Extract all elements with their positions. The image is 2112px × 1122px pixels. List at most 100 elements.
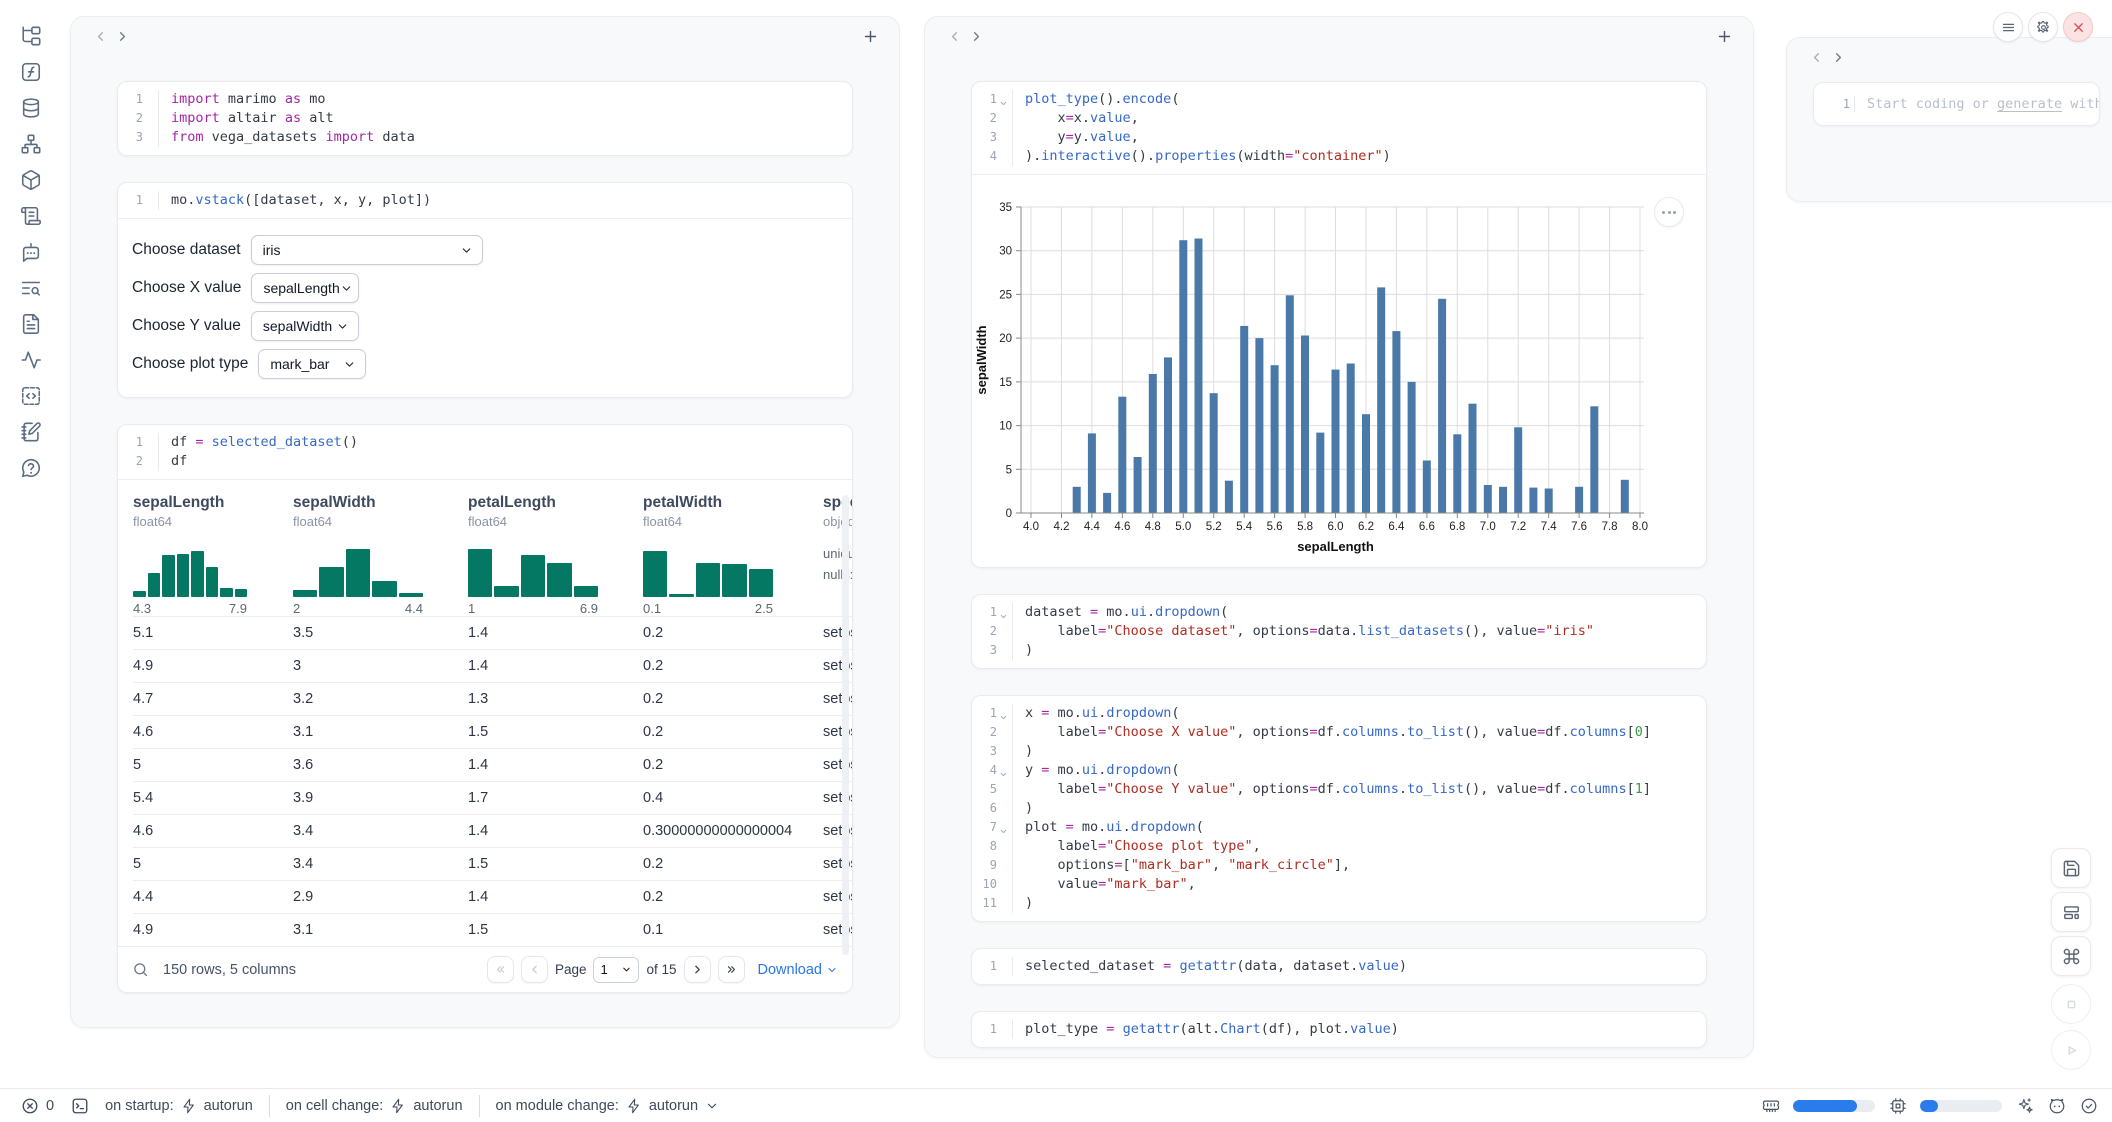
fold-chevron-icon[interactable] [999,823,1008,832]
logs-scroll-icon[interactable] [20,204,43,227]
code-line[interactable]: 3) [972,641,1706,660]
code-line[interactable]: 8 label="Choose plot type", [972,837,1706,856]
run-button[interactable] [2051,1030,2091,1070]
add-cell-icon[interactable] [859,25,881,47]
error-count-badge[interactable]: 0 [20,1096,54,1115]
code-line[interactable]: 3 y=y.value, [972,128,1706,147]
function-icon[interactable] [20,60,43,83]
code-line[interactable]: 1df = selected_dataset() [118,433,852,452]
panel-next-icon[interactable] [965,25,987,47]
panel-prev-icon[interactable] [943,25,965,47]
help-bubble-icon[interactable] [20,456,43,479]
package-icon[interactable] [20,168,43,191]
table-column-header[interactable]: petalLengthfloat6416.9 [468,493,643,616]
choose-y-value-select[interactable]: sepalWidth [251,311,359,341]
choose-plot-type-select[interactable]: mark_bar [258,349,366,379]
dataset-dropdown-cell[interactable]: 1dataset = mo.ui.dropdown(2 label="Choos… [971,594,1707,669]
panel-next-icon[interactable] [111,25,133,47]
code-line[interactable]: 1selected_dataset = getattr(data, datase… [972,957,1706,976]
command-palette-button[interactable] [2051,936,2091,976]
plot-cell[interactable]: 1plot_type().encode(2 x=x.value,3 y=y.va… [971,81,1707,568]
code-line[interactable]: 1x = mo.ui.dropdown( [972,704,1706,723]
close-icon[interactable] [2063,12,2093,42]
page-number-select[interactable]: 1 [593,957,639,983]
save-button[interactable] [2051,848,2091,888]
chat-bot-icon[interactable] [20,240,43,263]
stop-button[interactable] [2051,984,2091,1024]
panel-next-icon[interactable] [1827,46,1849,68]
empty-code-cell[interactable]: 1 Start coding or generate with AI [1813,82,2100,126]
check-circle-icon[interactable] [2079,1096,2098,1115]
table-column-header[interactable]: petalWidthfloat640.12.5 [643,493,823,616]
table-row[interactable]: 53.61.40.2setosa [133,748,852,781]
terminal-icon[interactable] [70,1096,89,1115]
add-cell-icon[interactable] [1713,25,1735,47]
vstack-cell[interactable]: 1mo.vstack([dataset, x, y, plot])Choose … [117,182,853,398]
code-line[interactable]: 3) [972,742,1706,761]
table-row[interactable]: 4.73.21.30.2setosa [133,682,852,715]
table-column-header[interactable]: sepalLengthfloat644.37.9 [133,493,293,616]
fold-chevron-icon[interactable] [999,95,1008,104]
code-line[interactable]: 1import marimo as mo [118,90,852,109]
dependency-graph-icon[interactable] [20,132,43,155]
table-row[interactable]: 4.93.11.50.1setosa [133,913,852,946]
code-line[interactable]: 9 options=["mark_bar", "mark_circle"], [972,856,1706,875]
code-line[interactable]: 2import altair as alt [118,109,852,128]
last-page-button[interactable] [718,956,745,983]
table-row[interactable]: 5.43.91.70.4setosa [133,781,852,814]
first-page-button[interactable] [487,956,514,983]
text-search-icon[interactable] [20,276,43,299]
table-row[interactable]: 5.13.51.40.2setosa [133,616,852,649]
panel-prev-icon[interactable] [89,25,111,47]
code-line[interactable]: 3from vega_datasets import data [118,128,852,147]
layout-panels-button[interactable] [2051,892,2091,932]
selected-dataset-cell[interactable]: 1selected_dataset = getattr(data, datase… [971,948,1707,985]
xy-plot-dropdowns-cell[interactable]: 1x = mo.ui.dropdown(2 label="Choose X va… [971,695,1707,922]
next-page-button[interactable] [684,956,711,983]
code-line[interactable]: 2 x=x.value, [972,109,1706,128]
choose-x-value-select[interactable]: sepalLength [251,273,359,303]
table-scrollbar[interactable] [842,495,849,955]
sparkles-icon[interactable] [2015,1096,2034,1115]
code-line[interactable]: 4y = mo.ui.dropdown( [972,761,1706,780]
fold-chevron-icon[interactable] [999,608,1008,617]
code-line[interactable]: 1plot_type = getattr(alt.Chart(df), plot… [972,1020,1706,1039]
copilot-icon[interactable] [2047,1096,2066,1115]
runtime-setting-1[interactable]: on cell change:autorun [286,1098,463,1114]
runtime-setting-2[interactable]: on module change:autorun [496,1098,720,1114]
code-line[interactable]: 11) [972,894,1706,913]
code-line[interactable]: 1plot_type().encode( [972,90,1706,109]
settings-gear-icon[interactable] [2028,12,2058,42]
scratchpad-icon[interactable] [20,420,43,443]
code-line[interactable]: 5 label="Choose Y value", options=df.col… [972,780,1706,799]
table-row[interactable]: 4.931.40.2setosa [133,649,852,682]
activity-pulse-icon[interactable] [20,348,43,371]
plot-type-cell[interactable]: 1plot_type = getattr(alt.Chart(df), plot… [971,1011,1707,1048]
download-button[interactable]: Download [758,962,839,978]
fold-chevron-icon[interactable] [999,709,1008,718]
code-line[interactable]: 10 value="mark_bar", [972,875,1706,894]
table-row[interactable]: 4.63.41.40.30000000000000004setosa [133,814,852,847]
code-line[interactable]: 7plot = mo.ui.dropdown( [972,818,1706,837]
table-row[interactable]: 4.63.11.50.2setosa [133,715,852,748]
code-line[interactable]: 1dataset = mo.ui.dropdown( [972,603,1706,622]
chart-menu-icon[interactable] [1654,197,1684,227]
code-line[interactable]: 6) [972,799,1706,818]
code-line[interactable]: 4).interactive().properties(width="conta… [972,147,1706,166]
fold-chevron-icon[interactable] [999,766,1008,775]
code-line[interactable]: 2 label="Choose dataset", options=data.l… [972,622,1706,641]
search-icon[interactable] [132,961,149,978]
table-column-header[interactable]: sepalWidthfloat6424.4 [293,493,468,616]
code-line[interactable]: 2df [118,452,852,471]
embed-code-icon[interactable] [20,384,43,407]
dataframe-cell[interactable]: 1df = selected_dataset()2df sepalLengthfl… [117,424,853,993]
previous-page-button[interactable] [521,956,548,983]
database-icon[interactable] [20,96,43,119]
panel-prev-icon[interactable] [1805,46,1827,68]
table-row[interactable]: 53.41.50.2setosa [133,847,852,880]
code-line[interactable]: 2 label="Choose X value", options=df.col… [972,723,1706,742]
code-line[interactable]: 1mo.vstack([dataset, x, y, plot]) [118,191,852,210]
generate-link[interactable]: generate [1997,96,2062,112]
table-row[interactable]: 4.42.91.40.2setosa [133,880,852,913]
choose-dataset-select[interactable]: iris [251,235,483,265]
